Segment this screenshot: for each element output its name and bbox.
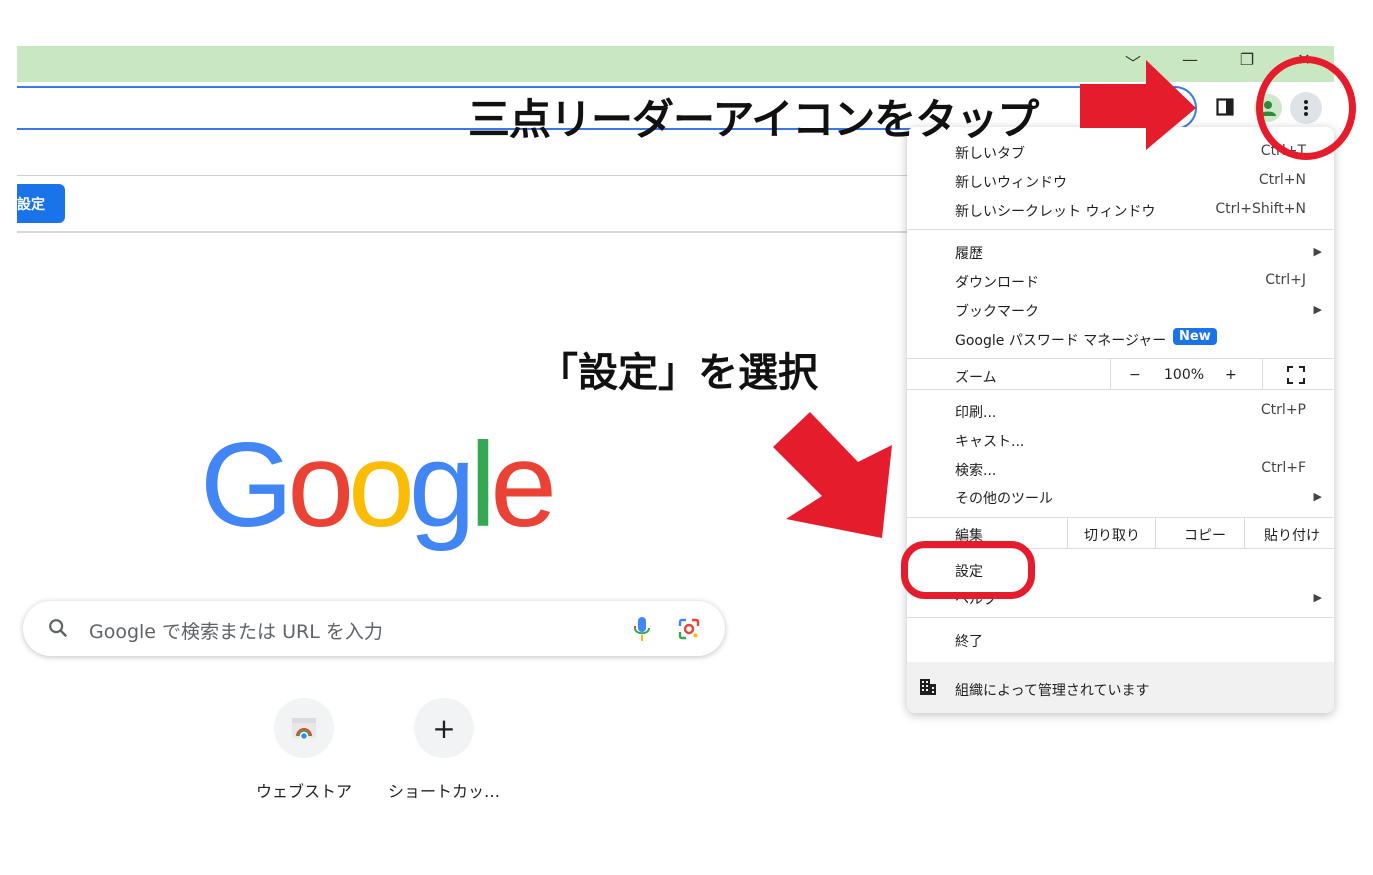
menu-item-print[interactable]: 印刷... [955, 402, 996, 422]
divider [1244, 518, 1245, 548]
add-icon: + [432, 711, 456, 745]
red-arrow-right-icon [1080, 60, 1196, 150]
menu-item-password-manager[interactable]: Google パスワード マネージャー [955, 330, 1166, 350]
divider [17, 231, 907, 233]
side-panel-icon[interactable] [1216, 98, 1234, 116]
red-arrow-down-right-icon [773, 412, 892, 538]
copy-button[interactable]: コピー [1184, 525, 1226, 545]
menu-item-new-window[interactable]: 新しいウィンドウ [955, 172, 1067, 192]
shortcut-text: Ctrl+F [1261, 460, 1306, 476]
google-logo-letter: l [469, 418, 497, 552]
google-logo-letter: e [490, 418, 557, 552]
menu-separator [907, 617, 1334, 618]
submenu-arrow-icon: ▶ [1313, 245, 1322, 258]
annotation-select-settings: 「設定」を選択 [538, 350, 818, 396]
menu-item-history[interactable]: 履歴 [955, 243, 983, 263]
google-logo-letter: G [200, 418, 293, 552]
shortcut-webstore[interactable] [274, 698, 334, 758]
google-logo-letter: g [408, 418, 476, 552]
divider [17, 175, 907, 176]
divider [1110, 359, 1111, 389]
menu-separator [907, 229, 1334, 230]
zoom-in-button[interactable]: + [1225, 367, 1237, 383]
shortcut-text: Ctrl+Shift+N [1215, 201, 1306, 217]
divider [1155, 518, 1156, 548]
shortcut-text: Ctrl+P [1260, 402, 1306, 418]
menu-item-more-tools[interactable]: その他のツール [955, 488, 1053, 508]
menu-separator [907, 389, 1334, 390]
google-logo-letter: o [348, 418, 415, 552]
menu-item-new-incognito[interactable]: 新しいシークレット ウィンドウ [955, 201, 1155, 221]
menu-item-exit[interactable]: 終了 [955, 631, 983, 651]
submenu-arrow-icon: ▶ [1313, 591, 1322, 604]
shortcut-label: ショートカッ… [387, 782, 500, 801]
zoom-level: 100% [1164, 367, 1205, 383]
restore-button[interactable]: ❐ [1235, 50, 1259, 69]
menu-separator [907, 517, 1334, 518]
managed-text: 組織によって管理されています [955, 683, 1150, 699]
chrome-menu: 新しいタブ Ctrl+T 新しいウィンドウ Ctrl+N 新しいシークレット ウ… [907, 127, 1334, 713]
webstore-icon [292, 718, 316, 741]
divider [1067, 518, 1068, 548]
settings-button[interactable]: 設定 [17, 184, 65, 223]
google-lens-icon[interactable] [677, 617, 701, 641]
menu-item-bookmarks[interactable]: ブックマーク [955, 301, 1039, 321]
submenu-arrow-icon: ▶ [1313, 303, 1322, 316]
paste-button[interactable]: 貼り付け [1264, 525, 1320, 545]
google-logo: Google [200, 425, 557, 545]
divider [1262, 359, 1263, 389]
new-badge: New [1173, 328, 1217, 345]
submenu-arrow-icon: ▶ [1313, 490, 1322, 503]
cut-button[interactable]: 切り取り [1084, 525, 1140, 545]
annotation-tap-kebab: 三点リーダーアイコンをタップ [468, 95, 1039, 144]
shortcut-label: ウェブストア [255, 782, 352, 801]
menu-separator [907, 358, 1334, 359]
shortcut-text: Ctrl+J [1265, 272, 1306, 288]
menu-item-downloads[interactable]: ダウンロード [955, 272, 1039, 292]
menu-item-find[interactable]: 検索... [955, 460, 996, 480]
search-placeholder: Google で検索または URL を入力 [89, 621, 383, 643]
fullscreen-icon[interactable] [1287, 366, 1305, 384]
highlight-circle [1256, 56, 1356, 160]
search-icon [49, 619, 68, 638]
menu-item-zoom: ズーム [955, 370, 997, 386]
managed-by-org-footer[interactable]: 組織によって管理されています [907, 662, 1334, 713]
search-box[interactable]: Google で検索または URL を入力 [23, 601, 725, 656]
microphone-icon[interactable] [631, 615, 653, 643]
zoom-out-button[interactable]: − [1129, 367, 1141, 383]
shortcut-text: Ctrl+N [1258, 172, 1306, 188]
highlight-settings-box [901, 541, 1035, 599]
google-logo-letter: o [287, 418, 354, 552]
menu-item-cast[interactable]: キャスト... [955, 431, 1024, 451]
add-shortcut-button[interactable]: + [414, 698, 474, 758]
building-icon [920, 679, 936, 695]
